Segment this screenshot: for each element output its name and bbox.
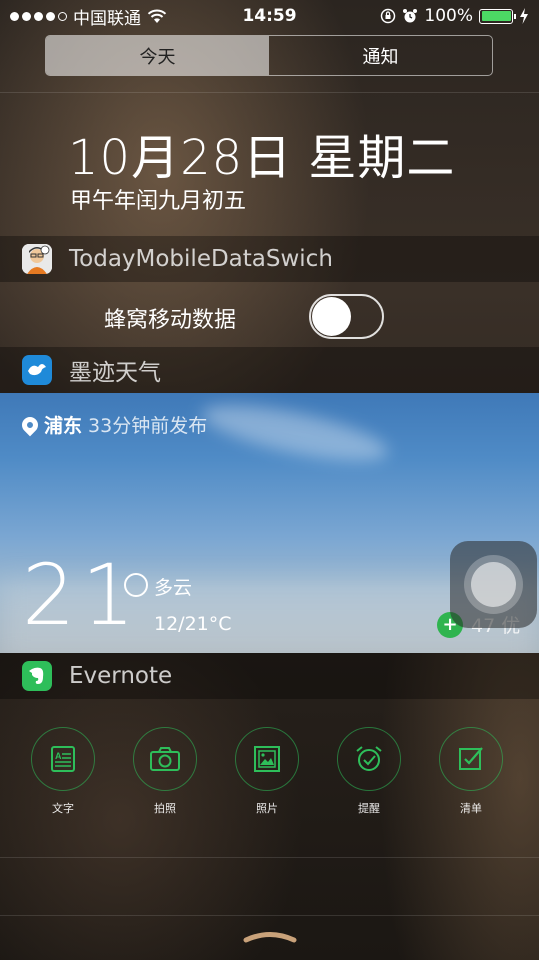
tab-notifications[interactable]: 通知: [269, 36, 492, 75]
degree-symbol: [124, 573, 148, 597]
moji-weather-app-icon: [22, 355, 52, 385]
cloud-decoration: [197, 393, 393, 473]
widget-header-data-switch[interactable]: TodayMobileDataSwich: [0, 236, 539, 282]
evernote-widget-title: Evernote: [69, 663, 173, 689]
evernote-checklist-button[interactable]: 清单: [438, 727, 504, 816]
weather-location: 浦东: [44, 415, 83, 437]
data-switch-app-icon: [22, 244, 52, 274]
evernote-checklist-label: 清单: [460, 802, 482, 815]
evernote-camera-button[interactable]: 拍照: [132, 727, 198, 816]
divider: [0, 915, 539, 916]
status-bar: 中国联通 14:59 100%: [0, 0, 539, 32]
photo-icon: [254, 746, 280, 772]
weather-widget-title: 墨迹天气: [69, 360, 161, 386]
text-note-icon: A: [51, 746, 75, 772]
camera-icon: [150, 747, 180, 771]
evernote-text-note-button[interactable]: A 文字: [30, 727, 96, 816]
charging-icon: [520, 8, 528, 24]
segmented-control: 今天 通知: [45, 35, 493, 76]
evernote-photo-button[interactable]: 照片: [234, 727, 300, 816]
battery-icon: [479, 8, 516, 24]
widget-header-evernote[interactable]: Evernote: [0, 653, 539, 699]
svg-text:A: A: [55, 751, 62, 761]
status-right: 100%: [380, 6, 529, 26]
alarm-icon: [403, 9, 418, 23]
cellular-data-toggle[interactable]: [309, 294, 384, 339]
divider: [0, 92, 539, 93]
weather-condition: 多云: [154, 577, 193, 599]
evernote-camera-label: 拍照: [154, 802, 176, 815]
evernote-app-icon: [22, 661, 52, 691]
evernote-reminder-label: 提醒: [358, 802, 380, 815]
evernote-reminder-button[interactable]: 提醒: [336, 727, 402, 816]
date-heading: 10月28日 星期二: [68, 130, 456, 186]
evernote-photo-label: 照片: [256, 802, 278, 815]
cellular-data-row: 蜂窝移动数据: [0, 283, 539, 347]
divider: [0, 857, 539, 858]
weather-location-row: 浦东 33分钟前发布: [18, 411, 208, 438]
alarm-clock-icon: [356, 746, 382, 771]
assistive-touch-button[interactable]: [450, 541, 537, 628]
weather-range: 12/21°C: [154, 613, 232, 635]
location-pin-icon: [18, 413, 42, 436]
weather-temperature: 21: [22, 546, 141, 644]
orientation-lock-icon: [381, 8, 396, 24]
pull-up-handle[interactable]: [243, 929, 297, 943]
widget-header-weather[interactable]: 墨迹天气: [0, 347, 539, 393]
lunar-date: 甲午年闰九月初五: [70, 189, 247, 214]
tab-today[interactable]: 今天: [46, 36, 269, 75]
evernote-actions: A 文字 拍照 照片 提醒 清单: [0, 727, 539, 827]
checklist-icon: [459, 747, 483, 770]
toggle-knob: [312, 297, 351, 336]
evernote-text-note-label: 文字: [52, 802, 74, 815]
battery-percent: 100%: [424, 6, 473, 26]
data-switch-widget-title: TodayMobileDataSwich: [69, 246, 333, 272]
weather-published-time: 33分钟前发布: [88, 415, 208, 437]
cellular-data-label: 蜂窝移动数据: [104, 308, 237, 333]
